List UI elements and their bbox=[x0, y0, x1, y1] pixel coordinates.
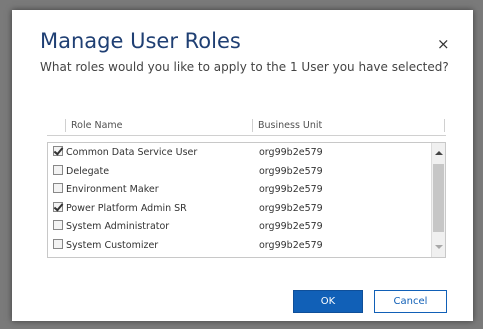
table-row[interactable]: System Administrator org99b2e579 bbox=[48, 217, 431, 236]
role-name-cell: Delegate bbox=[66, 165, 110, 177]
dialog-title: Manage User Roles bbox=[40, 29, 241, 53]
grid-body: System Customizer org99b2e579 System Admin… bbox=[47, 142, 446, 258]
manage-user-roles-dialog: Manage User Roles × What roles would you… bbox=[12, 10, 473, 321]
column-separator bbox=[252, 119, 253, 132]
scroll-down-arrow-icon[interactable] bbox=[435, 245, 443, 249]
checkbox-icon[interactable] bbox=[53, 238, 63, 249]
table-row[interactable]: Power Platform Admin SR org99b2e579 bbox=[48, 199, 431, 218]
dialog-subtitle: What roles would you like to apply to th… bbox=[40, 60, 449, 74]
table-row[interactable]: Common Data Service User org99b2e579 bbox=[48, 143, 431, 162]
business-unit-cell: org99b2e579 bbox=[259, 147, 323, 158]
column-header-role-name[interactable]: Role Name bbox=[71, 116, 123, 135]
checkbox-icon[interactable] bbox=[53, 201, 63, 212]
table-row[interactable]: System Customizer org99b2e579 bbox=[48, 236, 431, 255]
table-row[interactable]: Delegate org99b2e579 bbox=[48, 162, 431, 181]
business-unit-cell: org99b2e579 bbox=[259, 184, 323, 195]
scrollbar-thumb[interactable] bbox=[433, 164, 444, 232]
scroll-up-arrow-icon[interactable] bbox=[435, 151, 443, 155]
ok-button[interactable]: OK bbox=[293, 290, 363, 313]
cancel-button[interactable]: Cancel bbox=[374, 290, 447, 313]
checkbox-icon[interactable] bbox=[53, 183, 63, 193]
grid-header: Role Name Business Unit bbox=[47, 116, 446, 136]
role-name-cell: System Customizer bbox=[66, 239, 159, 251]
checkbox-icon[interactable] bbox=[53, 146, 63, 156]
business-unit-cell: org99b2e579 bbox=[259, 165, 323, 177]
role-name-cell: Environment Maker bbox=[66, 184, 159, 195]
business-unit-cell: org99b2e579 bbox=[259, 202, 323, 214]
business-unit-cell: org99b2e579 bbox=[259, 221, 323, 232]
column-separator bbox=[444, 119, 445, 132]
roles-grid: Role Name Business Unit System Customize… bbox=[47, 116, 446, 258]
role-name-cell: System Administrator bbox=[66, 221, 170, 232]
checkbox-icon[interactable] bbox=[53, 164, 63, 175]
checkbox-icon[interactable] bbox=[53, 220, 63, 230]
table-row[interactable]: Environment Maker org99b2e579 bbox=[48, 180, 431, 199]
business-unit-cell: org99b2e579 bbox=[259, 239, 323, 251]
column-header-business-unit[interactable]: Business Unit bbox=[258, 116, 322, 135]
vertical-scrollbar[interactable] bbox=[431, 143, 445, 257]
role-name-cell: Common Data Service User bbox=[66, 147, 198, 158]
role-name-cell: Power Platform Admin SR bbox=[66, 202, 187, 214]
close-icon[interactable]: × bbox=[437, 36, 450, 52]
column-separator bbox=[65, 119, 66, 132]
